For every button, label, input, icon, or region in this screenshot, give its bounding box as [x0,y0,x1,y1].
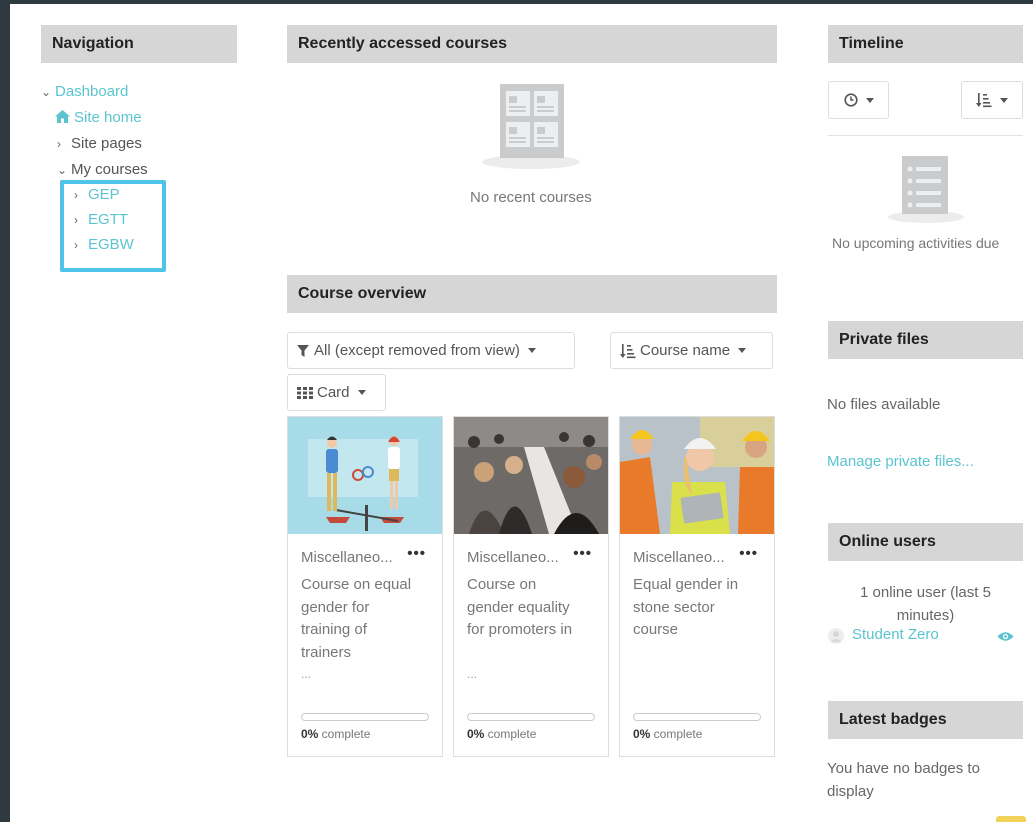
caret-down-icon [527,348,536,353]
course-progress-text: 0% complete [633,727,702,741]
no-upcoming-activities-text: No upcoming activities due [832,235,1000,251]
nav-course-egbw[interactable]: › EGBW [74,236,134,254]
course-menu-button[interactable]: ••• [573,545,592,562]
course-menu-button[interactable]: ••• [407,545,426,562]
chevron-right-icon: › [74,238,78,252]
course-title-ellipsis: ... [301,667,312,681]
timeline-header: Timeline [828,25,1023,63]
latest-badges-header: Latest badges [828,701,1023,739]
nav-course-gep[interactable]: › GEP [74,186,120,204]
filter-label: All (except removed from view) [314,342,520,359]
nav-course-label: GEP [88,186,120,203]
no-badges-text: You have no badges to display [827,757,980,803]
manage-private-files-link[interactable]: Manage private files... [827,453,974,470]
caret-down-icon [738,348,747,353]
user-avatar-icon [828,628,844,644]
course-title[interactable]: Equal gender in stone sector course [633,574,753,642]
timeline-divider [828,135,1023,136]
eye-icon[interactable] [997,631,1014,642]
page: Navigation ⌄ Dashboard Site home › Site pa… [10,4,1033,822]
course-title[interactable]: Course on gender equality for promoters … [467,574,587,642]
no-badges-line1: You have no badges to [827,760,980,777]
course-card[interactable]: Miscellaneo... ••• Course on gender equa… [453,416,609,757]
chevron-right-icon: › [74,188,78,202]
no-recent-courses-text: No recent courses [470,189,592,206]
progress-label: complete [318,727,371,741]
course-title-ellipsis: ... [467,667,478,681]
progress-percent: 0% [467,727,485,741]
navigation-header: Navigation [41,25,237,63]
course-progress-bar [301,713,429,721]
progress-percent: 0% [633,727,651,741]
course-overview-header: Course overview [287,275,777,313]
course-title[interactable]: Course on equal gender for training of t… [301,574,421,664]
course-card[interactable]: Miscellaneo... ••• Course on equal gende… [287,416,443,757]
course-image-workers[interactable] [620,417,774,534]
filter-dropdown[interactable]: All (except removed from view) [287,332,575,369]
view-label: Card [317,384,350,401]
progress-label: complete [650,727,703,741]
home-icon [55,110,70,123]
nav-course-label: EGTT [88,211,128,228]
nav-dashboard-label: Dashboard [55,83,129,100]
sort-icon [976,93,992,108]
nav-course-label: EGBW [88,236,134,253]
clock-icon [843,93,858,107]
caret-down-icon [865,97,874,103]
course-progress-bar [633,713,761,721]
nav-site-home-label: Site home [74,109,142,126]
course-category: Miscellaneo... [467,549,559,566]
recent-courses-header: Recently accessed courses [287,25,777,63]
no-badges-line2: display [827,783,874,800]
course-card[interactable]: Miscellaneo... ••• Equal gender in stone… [619,416,775,757]
online-user-link[interactable]: Student Zero [852,626,939,643]
online-users-header: Online users [828,523,1023,561]
chevron-down-icon: ⌄ [41,85,52,99]
course-category: Miscellaneo... [633,549,725,566]
filter-icon [297,344,309,357]
course-menu-button[interactable]: ••• [739,545,758,562]
grid-icon [297,386,313,399]
nav-site-pages-label: Site pages [71,135,142,152]
nav-site-home[interactable]: Site home [55,109,142,127]
progress-percent: 0% [301,727,319,741]
caret-down-icon [1000,97,1008,103]
course-progress-text: 0% complete [301,727,370,741]
nav-dashboard[interactable]: ⌄ Dashboard [41,83,128,101]
progress-label: complete [484,727,537,741]
course-category: Miscellaneo... [301,549,393,566]
nav-site-pages[interactable]: › Site pages [57,135,142,153]
corner-tab[interactable] [996,816,1026,822]
course-image-meeting[interactable] [454,417,608,534]
view-dropdown[interactable]: Card [287,374,386,411]
nav-my-courses-label: My courses [71,161,148,178]
online-users-summary: 1 online user (last 5 minutes) [828,581,1023,627]
nav-course-egtt[interactable]: › EGTT [74,211,128,229]
course-progress-bar [467,713,595,721]
course-progress-text: 0% complete [467,727,536,741]
nav-my-courses[interactable]: ⌄ My courses [57,161,148,179]
caret-down-icon [357,390,366,395]
online-users-line2: minutes) [896,607,955,624]
chevron-right-icon: › [57,137,61,151]
timeline-date-filter[interactable] [828,81,889,119]
course-image-gender-balance[interactable] [288,417,442,534]
no-files-text: No files available [827,396,941,413]
courses-empty-icon [482,84,580,169]
sort-icon [620,343,636,358]
chevron-right-icon: › [74,213,78,227]
online-users-line1: 1 online user (last 5 [860,584,991,601]
timeline-sort-button[interactable] [961,81,1023,119]
sort-dropdown[interactable]: Course name [610,332,773,369]
private-files-header: Private files [828,321,1023,359]
timeline-empty-icon [888,156,964,223]
sort-label: Course name [640,342,731,359]
chevron-down-icon: ⌄ [57,163,68,177]
